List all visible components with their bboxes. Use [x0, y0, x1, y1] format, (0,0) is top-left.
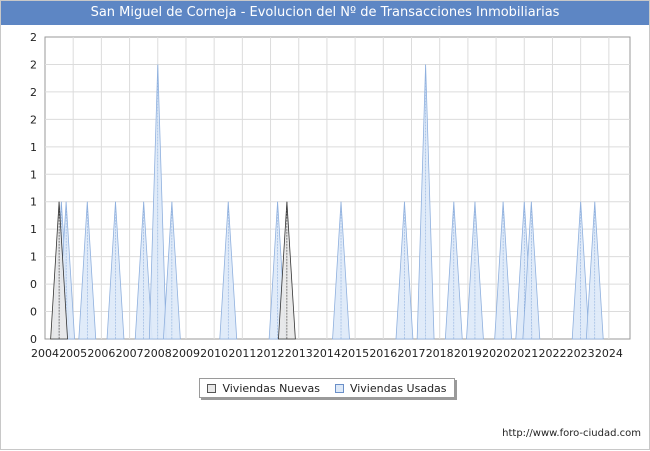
x-tick-label: 2013 — [285, 347, 313, 360]
x-tick-label: 2023 — [567, 347, 595, 360]
legend-label-nuevas: Viviendas Nuevas — [222, 381, 321, 395]
chart-frame: San Miguel de Corneja - Evolucion del Nº… — [0, 0, 650, 450]
y-tick-label: 2 — [30, 86, 37, 99]
y-tick-label: 0 — [30, 306, 37, 319]
x-tick-label: 2008 — [144, 347, 172, 360]
x-tick-label: 2018 — [426, 347, 454, 360]
y-tick-label: 2 — [30, 58, 37, 71]
x-tick-label: 2007 — [116, 347, 144, 360]
x-tick-label: 2021 — [510, 347, 538, 360]
x-tick-label: 2016 — [369, 347, 397, 360]
x-tick-label: 2024 — [595, 347, 623, 360]
y-tick-label: 2 — [30, 113, 37, 126]
x-tick-label: 2019 — [454, 347, 482, 360]
x-tick-label: 2009 — [172, 347, 200, 360]
legend-swatch-usadas — [334, 383, 344, 393]
x-tick-label: 2020 — [482, 347, 510, 360]
y-tick-label: 1 — [30, 223, 37, 236]
legend-label-usadas: Viviendas Usadas — [349, 381, 447, 395]
x-tick-label: 2012 — [257, 347, 285, 360]
y-tick-label: 1 — [30, 196, 37, 209]
y-tick-label: 1 — [30, 251, 37, 264]
legend-item-usadas: Viviendas Usadas — [334, 381, 447, 395]
y-tick-label: 1 — [30, 168, 37, 181]
x-tick-label: 2022 — [538, 347, 566, 360]
legend-item-nuevas: Viviendas Nuevas — [207, 382, 320, 395]
x-tick-label: 2011 — [228, 347, 256, 360]
chart-legend: Viviendas Nuevas Viviendas Usadas — [199, 378, 455, 398]
x-tick-label: 2014 — [313, 347, 341, 360]
x-tick-label: 2017 — [398, 347, 426, 360]
y-tick-label: 0 — [30, 333, 37, 346]
x-tick-label: 2004 — [31, 347, 59, 360]
x-tick-label: 2005 — [59, 347, 87, 360]
source-url[interactable]: http://www.foro-ciudad.com — [502, 428, 641, 439]
x-tick-label: 2006 — [87, 347, 115, 360]
y-tick-label: 0 — [30, 278, 37, 291]
x-tick-label: 2015 — [341, 347, 369, 360]
legend-swatch-nuevas — [207, 383, 217, 393]
y-tick-label: 2 — [30, 31, 37, 44]
y-tick-label: 1 — [30, 141, 37, 154]
x-tick-label: 2010 — [200, 347, 228, 360]
